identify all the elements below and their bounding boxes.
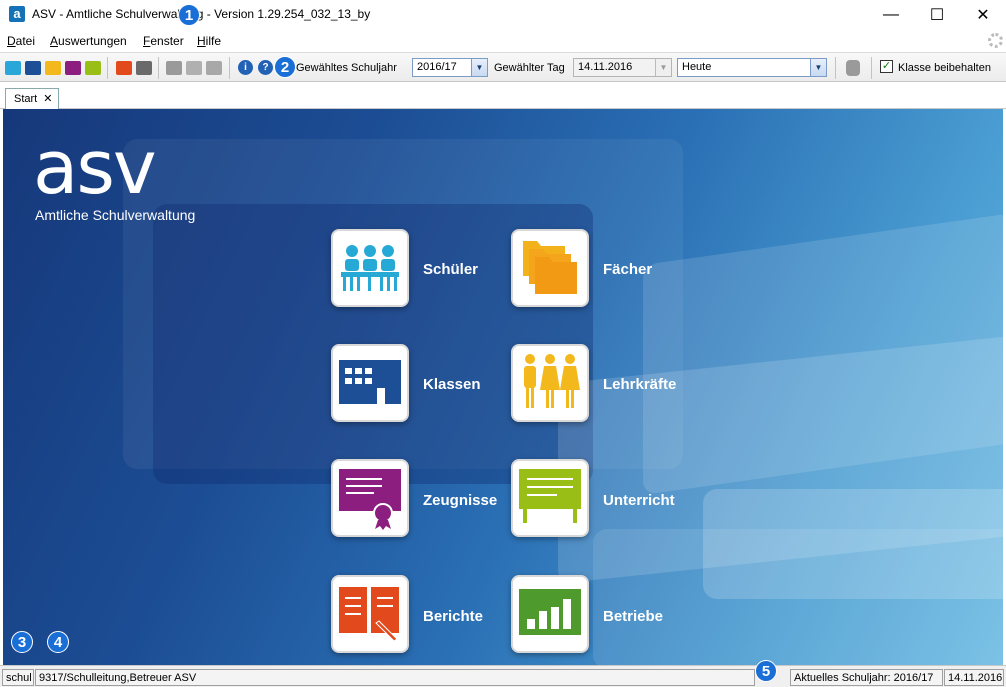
- maximize-button[interactable]: ☐: [914, 0, 960, 30]
- status-bar: schul 9317/Schulleitung,Betreuer ASV Akt…: [0, 665, 1006, 687]
- chevron-down-icon[interactable]: ▼: [810, 59, 826, 76]
- toolbar: i ? Gewähltes Schuljahr 2016/17 ▼ Gewähl…: [0, 52, 1006, 82]
- menu-auswertungen[interactable]: Auswertungen: [50, 34, 127, 48]
- callout-badge: 2: [274, 56, 296, 78]
- classes-toolbar-icon[interactable]: [25, 61, 41, 75]
- print-toolbar-icon[interactable]: [136, 61, 152, 75]
- bar-chart-icon: [519, 589, 581, 635]
- menu-hilfe[interactable]: Hilfe: [197, 34, 221, 48]
- zeitraum-select[interactable]: Heute ▼: [677, 58, 827, 77]
- tag-label: Gewählter Tag: [494, 62, 565, 74]
- logo-subtitle: Amtliche Schulverwaltung: [35, 207, 196, 223]
- toolbar-separator: [107, 57, 108, 79]
- minimize-button[interactable]: —: [868, 0, 914, 30]
- status-current-year: Aktuelles Schuljahr: 2016/17: [790, 669, 943, 686]
- schuljahr-select[interactable]: 2016/17 ▼: [412, 58, 488, 77]
- folders-icon: [523, 241, 577, 294]
- start-page: asv Amtliche Schulverwaltung Schüler Fäc…: [3, 109, 1003, 665]
- toolbar-separator: [871, 57, 872, 79]
- building-icon: [339, 360, 401, 404]
- database-icon[interactable]: [846, 60, 860, 76]
- lightning-toolbar-icon[interactable]: [206, 61, 222, 75]
- menu-datei[interactable]: Datei: [7, 34, 35, 48]
- module-faecher-label[interactable]: Fächer: [603, 261, 652, 278]
- menu-fenster[interactable]: Fenster: [143, 34, 184, 48]
- certificates-toolbar-icon[interactable]: [65, 61, 81, 75]
- report-book-icon: [339, 587, 399, 642]
- toolbar-separator: [158, 57, 159, 79]
- students-icon: [341, 245, 399, 291]
- module-betriebe-label[interactable]: Betriebe: [603, 608, 663, 625]
- module-betriebe-button[interactable]: [511, 575, 589, 653]
- toolbar-separator: [835, 57, 836, 79]
- toolbar-separator: [229, 57, 230, 79]
- module-unterricht-label[interactable]: Unterricht: [603, 492, 675, 509]
- app-icon: a: [9, 6, 25, 22]
- module-lehrkraefte-label[interactable]: Lehrkräfte: [603, 376, 676, 393]
- module-zeugnisse-label[interactable]: Zeugnisse: [423, 492, 497, 509]
- background-panel: [593, 529, 1003, 665]
- status-date: 14.11.2016: [944, 669, 1004, 686]
- chevron-down-icon: ▼: [655, 59, 671, 76]
- asv-logo: asv: [33, 125, 157, 211]
- busy-spinner-icon: [988, 33, 1003, 48]
- menu-bar: Datei Auswertungen Fenster Hilfe: [0, 30, 1006, 52]
- tab-start-label: Start: [14, 93, 38, 105]
- tag-value: 14.11.2016: [578, 61, 633, 73]
- tab-start[interactable]: Start ✕: [5, 88, 59, 109]
- callout-badge: 1: [178, 4, 200, 26]
- module-zeugnisse-button[interactable]: [331, 459, 409, 537]
- module-schueler-button[interactable]: [331, 229, 409, 307]
- status-role: 9317/Schulleitung,Betreuer ASV: [35, 669, 755, 686]
- callout-badge: 5: [755, 660, 777, 682]
- status-user: schul: [2, 669, 34, 686]
- close-button[interactable]: ✕: [960, 0, 1006, 30]
- title-bar: a ASV - Amtliche Schulverwaltung - Versi…: [0, 0, 1006, 30]
- certificate-icon: [339, 469, 401, 530]
- tag-date-field: 14.11.2016 ▼: [573, 58, 672, 77]
- module-berichte-button[interactable]: [331, 575, 409, 653]
- callout-badge: 3: [11, 631, 33, 653]
- module-klassen-button[interactable]: [331, 344, 409, 422]
- window-title: ASV - Amtliche Schulverwaltung - Version…: [32, 7, 371, 21]
- help-icon[interactable]: ?: [258, 60, 273, 75]
- klasse-beibehalten-checkbox[interactable]: ✓: [880, 60, 893, 73]
- chevron-down-icon[interactable]: ▼: [471, 59, 487, 76]
- zeitraum-value: Heute: [682, 61, 712, 73]
- schuljahr-value: 2016/17: [417, 61, 457, 73]
- students-toolbar-icon[interactable]: [5, 61, 21, 75]
- schuljahr-label: Gewähltes Schuljahr: [296, 62, 397, 74]
- reports-toolbar-icon[interactable]: [116, 61, 132, 75]
- calendar-toolbar-icon[interactable]: [186, 61, 202, 75]
- tab-strip: Start ✕: [0, 82, 1006, 109]
- module-lehrkraefte-button[interactable]: [511, 344, 589, 422]
- module-klassen-label[interactable]: Klassen: [423, 376, 481, 393]
- module-unterricht-button[interactable]: [511, 459, 589, 537]
- board-icon: [519, 469, 581, 523]
- module-schueler-label[interactable]: Schüler: [423, 261, 478, 278]
- lessons-toolbar-icon[interactable]: [85, 61, 101, 75]
- teachers-icon: [524, 354, 580, 408]
- copy-toolbar-icon[interactable]: [166, 61, 182, 75]
- callout-badge: 4: [47, 631, 69, 653]
- teachers-toolbar-icon[interactable]: [45, 61, 61, 75]
- module-faecher-button[interactable]: [511, 229, 589, 307]
- tab-close-icon[interactable]: ✕: [43, 93, 52, 105]
- klasse-beibehalten-label: Klasse beibehalten: [898, 62, 991, 74]
- module-berichte-label[interactable]: Berichte: [423, 608, 483, 625]
- info-icon[interactable]: i: [238, 60, 253, 75]
